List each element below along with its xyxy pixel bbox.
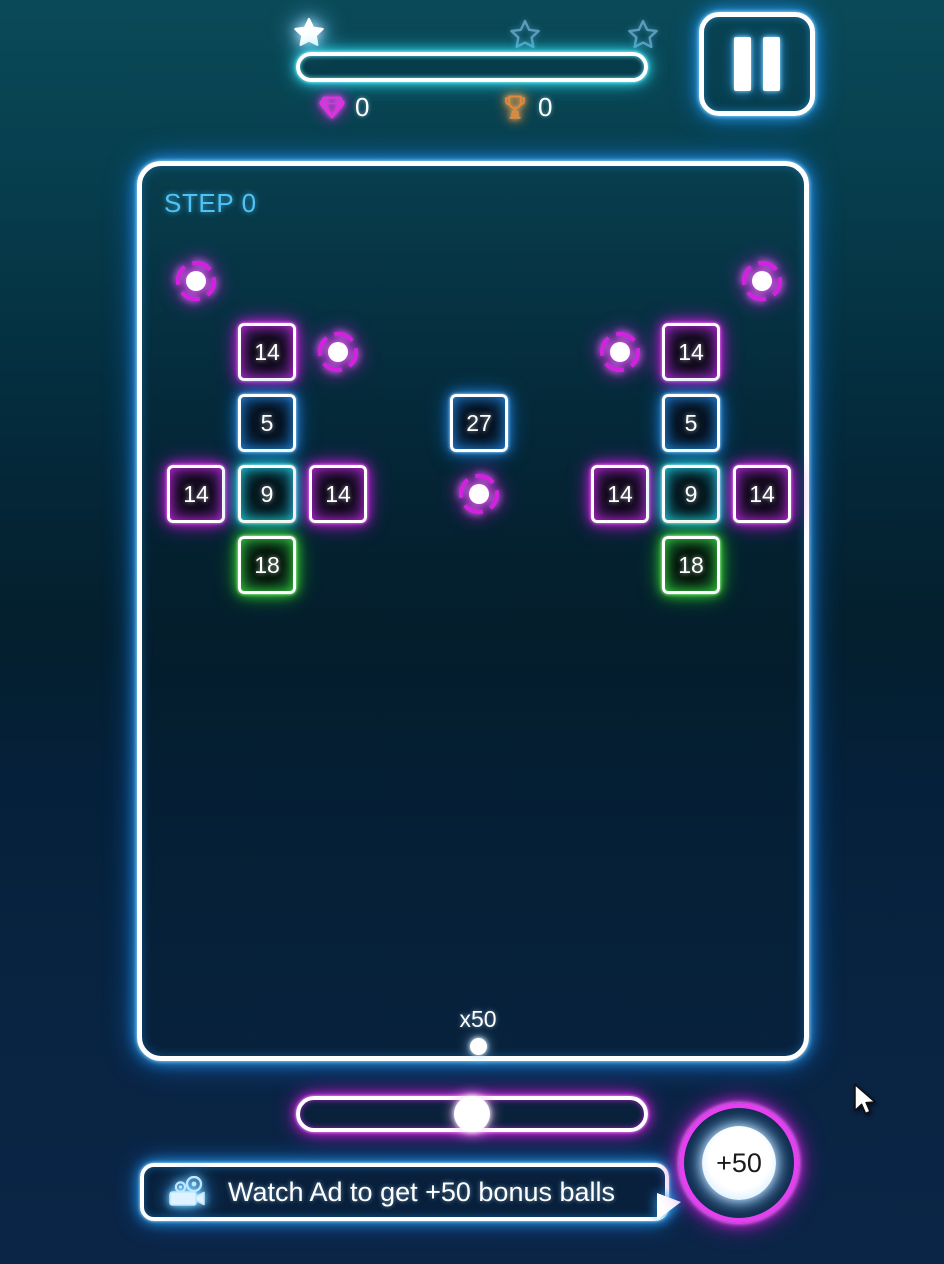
ball-multiplier-label: x50 [459,1006,497,1032]
powerup-ball-icon[interactable] [596,328,644,376]
block-value: 14 [325,480,351,507]
trophy-counter: 0 [501,93,552,121]
mouse-cursor [853,1083,879,1119]
star-2 [508,18,542,52]
block[interactable]: 18 [662,536,720,594]
block-value: 9 [260,480,274,507]
block[interactable]: 5 [238,394,296,452]
video-camera-icon [166,1176,208,1208]
block-value: 18 [254,551,280,578]
block[interactable]: 18 [238,536,296,594]
block[interactable]: 14 [733,465,791,523]
block-value: 14 [678,338,704,365]
aim-slider[interactable] [296,1096,648,1132]
powerup-ball-icon[interactable] [172,257,220,305]
pause-icon-bar-left [734,37,751,91]
aim-slider-knob[interactable] [454,1096,490,1132]
gem-count-value: 0 [355,92,370,122]
trophy-count-value: 0 [538,92,553,122]
step-label: STEP 0 [164,188,257,218]
powerup-ball-icon[interactable] [455,470,503,518]
top-hud: 0 0 [0,0,944,140]
trophy-icon [501,93,529,121]
block-value: 14 [749,480,775,507]
block[interactable]: 14 [662,323,720,381]
gem-counter: 0 [318,93,369,121]
block-value: 9 [684,480,698,507]
block[interactable]: 14 [238,323,296,381]
bonus-balls-label: +50 [702,1126,776,1200]
powerup-ball-icon[interactable] [738,257,786,305]
game-playfield[interactable]: STEP 0 14 5 14 9 14 18 27 14 5 14 9 14 1… [137,161,809,1061]
star-3 [626,18,660,52]
block[interactable]: 5 [662,394,720,452]
block-value: 14 [254,338,280,365]
block-value: 5 [684,409,698,436]
block[interactable]: 14 [591,465,649,523]
block-value: 18 [678,551,704,578]
block[interactable]: 14 [309,465,367,523]
level-progress-bar [296,52,648,82]
block[interactable]: 9 [238,465,296,523]
block[interactable]: 27 [450,394,508,452]
star-1 [292,16,326,50]
bonus-balls-button[interactable]: +50 [679,1103,799,1223]
block[interactable]: 9 [662,465,720,523]
ad-banner-tail [657,1193,681,1220]
pause-button[interactable] [699,12,815,116]
block-value: 14 [183,480,209,507]
block-value: 5 [260,409,274,436]
game-ball [470,1038,487,1055]
powerup-ball-icon[interactable] [314,328,362,376]
pause-icon-bar-right [763,37,780,91]
block-value: 14 [607,480,633,507]
gem-icon [318,93,346,121]
watch-ad-banner[interactable]: Watch Ad to get +50 bonus balls [140,1163,669,1221]
block-value: 27 [466,409,492,436]
watch-ad-label: Watch Ad to get +50 bonus balls [228,1176,616,1207]
block[interactable]: 14 [167,465,225,523]
